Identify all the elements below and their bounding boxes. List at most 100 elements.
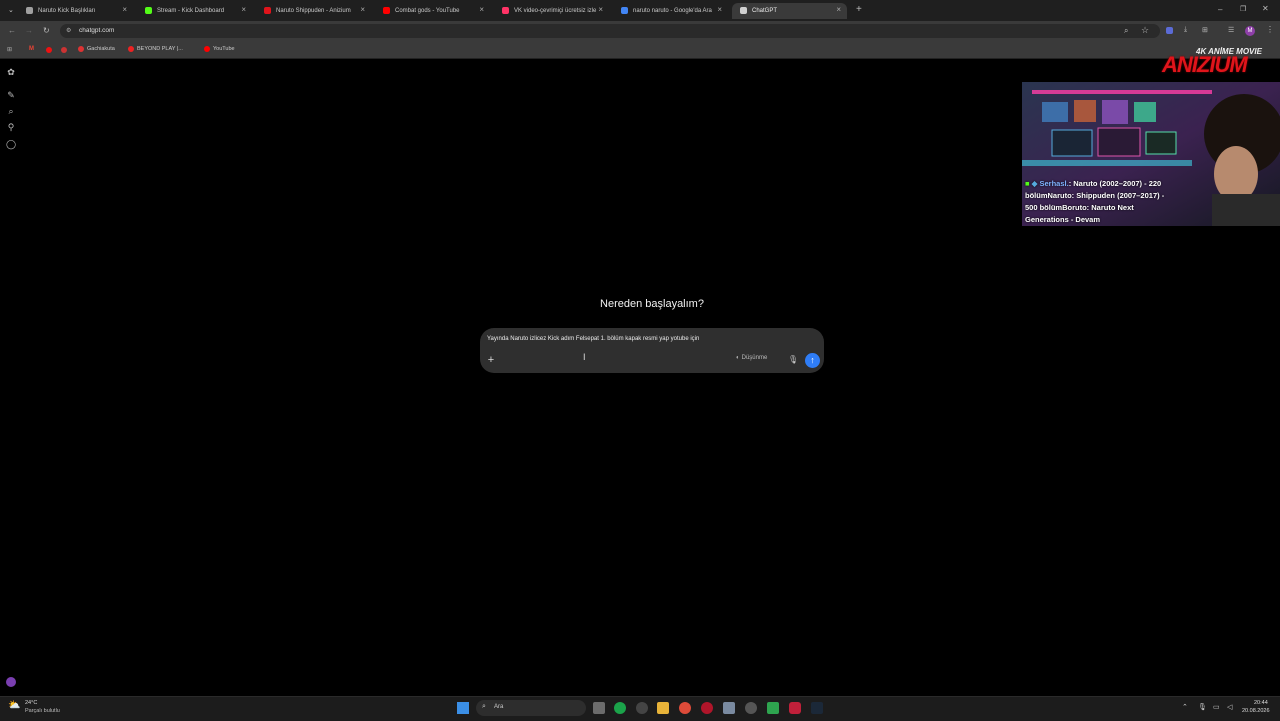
tab-title: naruto naruto - Google'da Ara [633, 8, 712, 14]
forward-icon[interactable]: → [25, 26, 33, 35]
chrome-icon[interactable] [679, 702, 691, 714]
text-cursor-icon: I [583, 352, 586, 362]
tab-close-icon[interactable]: × [598, 5, 603, 14]
tab-title: Combat gods - YouTube [395, 8, 460, 14]
prompt-composer[interactable] [480, 328, 824, 373]
close-window-button[interactable]: ✕ [1262, 4, 1269, 13]
settings-icon[interactable] [723, 702, 735, 714]
tab-title: VK video-çevrimiçi ücretsiz izle [514, 8, 597, 14]
browser-tab[interactable]: Naruto Shippuden - Anizium × [256, 3, 371, 19]
browser-tab[interactable]: VK video-çevrimiçi ücretsiz izle × [494, 3, 609, 19]
bookmark-label: Gachiakuta [87, 46, 115, 52]
url-text[interactable]: chatgpt.com [79, 27, 114, 34]
tab-close-icon[interactable]: × [241, 5, 246, 14]
bookmark-item[interactable]: YouTube [204, 46, 235, 52]
tab-close-icon[interactable]: × [360, 5, 365, 14]
bookmark-icon[interactable] [61, 47, 67, 53]
tab-search-icon[interactable]: ⌄ [8, 6, 14, 14]
bulb-icon: ◐ [736, 355, 740, 361]
search-chats-icon[interactable]: ⌕ [6, 106, 16, 116]
sidebar-toggle-icon[interactable]: ☰ [1228, 26, 1234, 34]
new-tab-button[interactable]: + [856, 4, 862, 15]
tab-close-icon[interactable]: × [122, 5, 127, 14]
clock-date[interactable]: 20.08.2026 [1242, 708, 1270, 714]
address-bar[interactable]: ⚙ chatgpt.com [60, 24, 1160, 38]
bookmark-item[interactable]: BEYOND PLAY |... [128, 46, 183, 52]
profile-avatar[interactable]: M [1245, 26, 1255, 36]
tab-close-icon[interactable]: × [479, 5, 484, 14]
tab-favicon-icon [383, 7, 390, 14]
site-info-icon[interactable]: ⚙ [66, 27, 71, 34]
kick-icon: ■ [1025, 179, 1030, 188]
tab-title: Naruto Kick Başlıkları [38, 8, 96, 14]
extension-icon[interactable] [1166, 27, 1173, 34]
think-button[interactable]: ◐ Düşünme [736, 355, 767, 361]
extensions-puzzle-icon[interactable]: ⊞ [1202, 26, 1208, 34]
clock-time[interactable]: 20:44 [1254, 700, 1268, 706]
browser-tab[interactable]: Combat gods - YouTube × [375, 3, 490, 19]
send-button[interactable]: ↑ [805, 353, 820, 368]
pin-icon[interactable]: ⚲ [6, 122, 16, 132]
opera-icon[interactable] [701, 702, 713, 714]
bookmark-star-icon[interactable]: ☆ [1141, 25, 1149, 36]
bookmark-favicon-icon [204, 46, 210, 52]
back-icon[interactable]: ← [8, 26, 16, 35]
browser-tab[interactable]: Naruto Kick Başlıkları × [18, 3, 133, 19]
verified-icon: ◆ [1031, 179, 1038, 188]
tab-title: ChatGPT [752, 8, 778, 14]
tab-favicon-icon [502, 7, 509, 14]
tab-favicon-icon [621, 7, 628, 14]
tab-favicon-icon [145, 7, 152, 14]
kick-app-icon[interactable] [767, 702, 779, 714]
search-icon: ⌕ [482, 703, 486, 710]
tab-close-icon[interactable]: × [717, 5, 722, 14]
browser-tab[interactable]: naruto naruto - Google'da Ara × [613, 3, 728, 19]
start-button-icon[interactable] [457, 702, 469, 714]
weather-icon[interactable]: ⛅ [8, 700, 20, 711]
tray-chevron-icon[interactable]: ⌃ [1182, 703, 1188, 711]
ticker-user: Serhasl. [1039, 179, 1069, 188]
maximize-button[interactable]: ❐ [1240, 5, 1246, 13]
bookmark-label: BEYOND PLAY |... [137, 46, 183, 52]
bookmark-item[interactable]: Gachiakuta [78, 46, 115, 52]
file-explorer-icon[interactable] [657, 702, 669, 714]
menu-icon[interactable]: ⋮ [1266, 25, 1274, 34]
youtube-icon[interactable] [46, 47, 52, 53]
bookmark-favicon-icon [78, 46, 84, 52]
task-view-icon[interactable] [593, 702, 605, 714]
bookmarks-bar [0, 41, 1280, 59]
weather-temp[interactable]: 24°C [25, 700, 37, 706]
steam-icon[interactable] [811, 702, 823, 714]
apps-icon[interactable]: ⊞ [7, 46, 12, 53]
tab-close-icon[interactable]: × [836, 5, 841, 14]
overlay-logo: ANIZIUM [1162, 52, 1248, 77]
browser-tab[interactable]: ChatGPT × [732, 3, 847, 19]
tab-title: Stream - Kick Dashboard [157, 8, 225, 14]
browser-tab[interactable]: Stream - Kick Dashboard × [137, 3, 252, 19]
user-avatar[interactable] [6, 677, 16, 687]
tab-favicon-icon [740, 7, 747, 14]
obs-icon[interactable] [636, 702, 648, 714]
think-label: Düşünme [741, 355, 768, 361]
app-icon[interactable] [745, 702, 757, 714]
xbox-icon[interactable] [614, 702, 626, 714]
minimize-button[interactable]: – [1218, 5, 1222, 14]
zoom-icon[interactable]: ⌕ [1124, 26, 1128, 36]
taskbar-search[interactable]: ⌕ Ara [476, 700, 586, 716]
volume-icon[interactable]: ◁ [1227, 703, 1232, 711]
add-attachment-button[interactable]: + [486, 354, 496, 366]
chat-ticker: ■ ◆ Serhasl.: Naruto (2002–2007) - 220 b… [1025, 178, 1165, 226]
mic-tray-icon[interactable]: 🎙 [1198, 703, 1207, 711]
active-app-icon[interactable] [789, 702, 801, 714]
download-icon[interactable]: ⤓ [1184, 26, 1187, 34]
reload-icon[interactable]: ↻ [43, 26, 50, 35]
new-chat-icon[interactable]: ✎ [6, 90, 16, 100]
network-icon[interactable]: ▭ [1213, 703, 1220, 711]
gmail-icon[interactable]: M [29, 46, 34, 52]
microphone-icon[interactable]: 🎙 [788, 355, 798, 365]
chat-bubble-icon[interactable]: ◯ [6, 139, 16, 149]
chatgpt-logo-icon[interactable]: ✿ [6, 67, 16, 77]
browser-tab-strip: ⌄ Naruto Kick Başlıkları × Stream - Kick D… [0, 0, 1280, 21]
prompt-input[interactable]: Yayında Naruto izlicez Kick adım Felsepa… [487, 336, 699, 342]
weather-desc[interactable]: Parçalı bulutlu [25, 708, 60, 714]
